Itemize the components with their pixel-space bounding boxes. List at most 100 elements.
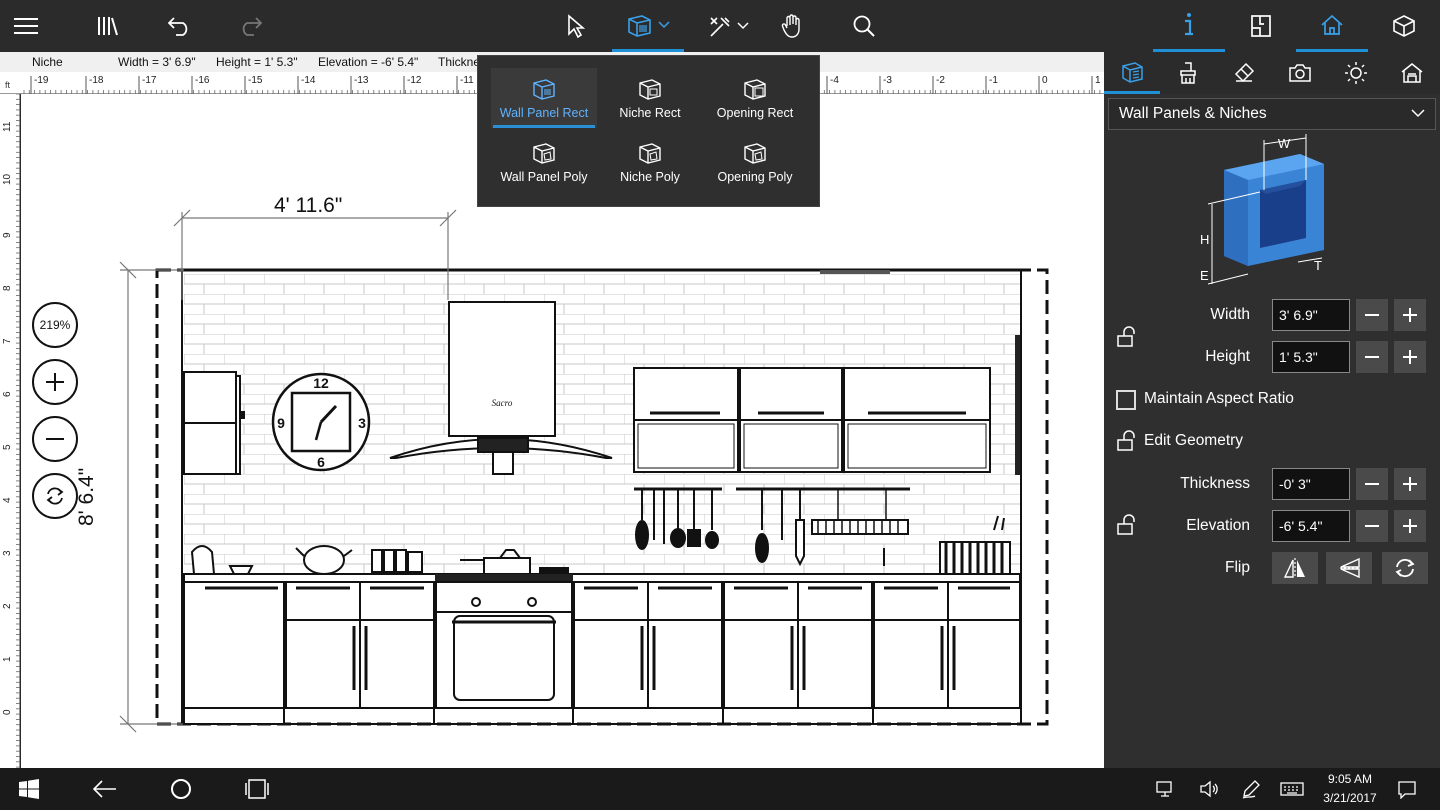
vertical-ruler: 11 10 9 8 7 6 5 4 3 2 1 0	[0, 93, 20, 768]
width-decrement-button[interactable]	[1356, 299, 1388, 331]
camera-icon	[1289, 64, 1311, 82]
redo-icon[interactable]	[232, 0, 268, 52]
opening-rect-icon	[744, 79, 766, 100]
notifications-icon[interactable]	[1394, 768, 1420, 810]
unlock-icon[interactable]	[1116, 430, 1138, 452]
ruler-label: -16	[195, 75, 210, 86]
svg-text:9: 9	[277, 415, 285, 431]
flip-vertical-icon	[1340, 557, 1360, 579]
info-width: Width = 3' 6.9"	[118, 55, 196, 69]
ruler-label: 11	[2, 121, 13, 132]
plus-icon	[1403, 477, 1417, 491]
select-arrow-icon[interactable]	[558, 0, 594, 52]
niche-poly-icon	[639, 143, 661, 164]
keyboard-icon[interactable]	[1278, 768, 1306, 810]
tab-lighting[interactable]	[1328, 52, 1384, 94]
unlock-icon[interactable]	[1116, 514, 1138, 536]
height-field[interactable]: 1' 5.3"	[1272, 341, 1350, 373]
info-height: Height = 1' 5.3"	[216, 55, 298, 69]
wall-panel-tool-button[interactable]	[612, 0, 684, 52]
elevation-field[interactable]: -6' 5.4"	[1272, 510, 1350, 542]
zoom-level-button[interactable]: 219%	[32, 302, 78, 348]
flyout-label: Opening Poly	[717, 170, 793, 184]
ruler-unit-label: ft	[5, 80, 11, 90]
chevron-down-icon	[1411, 109, 1425, 118]
cortana-circle-icon[interactable]	[166, 768, 196, 810]
pen-ink-icon[interactable]	[1238, 768, 1264, 810]
tab-objects[interactable]	[1104, 52, 1160, 94]
ruler-label: -15	[248, 75, 263, 86]
tab-paint[interactable]	[1160, 52, 1216, 94]
svg-text:3: 3	[358, 415, 366, 431]
network-icon[interactable]	[1152, 768, 1178, 810]
tab-building[interactable]	[1384, 52, 1440, 94]
height-decrement-button[interactable]	[1356, 341, 1388, 373]
thickness-increment-button[interactable]	[1394, 468, 1426, 500]
undo-icon[interactable]	[162, 0, 198, 52]
flip-horizontal-icon	[1283, 558, 1305, 578]
ruler-label: -2	[936, 75, 945, 86]
ruler-label: 0	[1042, 75, 1048, 86]
pan-hand-icon[interactable]	[774, 0, 810, 52]
thickness-field[interactable]: -0' 3"	[1272, 468, 1350, 500]
zoom-out-button[interactable]	[32, 416, 78, 462]
library-icon[interactable]	[90, 0, 126, 52]
info-elevation: Elevation = -6' 5.4"	[318, 55, 419, 69]
plus-icon	[1403, 350, 1417, 364]
diagram-t-label: T	[1314, 258, 1322, 273]
wall-panel-flyout: Wall Panel Rect Niche Rect Opening Rect …	[477, 55, 820, 207]
width-field[interactable]: 3' 6.9"	[1272, 299, 1350, 331]
info-icon[interactable]	[1153, 0, 1225, 52]
elevation-decrement-button[interactable]	[1356, 510, 1388, 542]
flyout-label: Wall Panel Rect	[499, 106, 589, 120]
width-increment-button[interactable]	[1394, 299, 1426, 331]
rotate-button[interactable]	[1382, 552, 1428, 584]
ruler-label: 10	[2, 173, 13, 185]
rotate-view-button[interactable]	[32, 473, 78, 519]
flip-horizontal-button[interactable]	[1272, 552, 1318, 584]
tab-camera[interactable]	[1272, 52, 1328, 94]
diagram-w-label: W	[1278, 136, 1291, 151]
menu-icon[interactable]	[8, 0, 44, 52]
building-icon	[1401, 63, 1423, 83]
windows-start-icon[interactable]	[14, 768, 44, 810]
properties-tabs	[1104, 52, 1440, 94]
flyout-label: Niche Rect	[619, 106, 681, 120]
edit-geometry-label[interactable]: Edit Geometry	[1144, 432, 1243, 450]
system-clock[interactable]: 9:05 AM 3/21/2017	[1310, 770, 1390, 808]
plus-icon	[1403, 519, 1417, 533]
wall-panel-rect-option[interactable]: Wall Panel Rect	[491, 68, 597, 128]
opening-rect-option[interactable]: Opening Rect	[702, 68, 808, 128]
upper-cabinets	[633, 367, 991, 473]
niche-poly-option[interactable]: Niche Poly	[597, 132, 703, 192]
rotate-icon	[46, 487, 64, 505]
category-dropdown[interactable]: Wall Panels & Niches	[1108, 98, 1436, 130]
windows-taskbar: 9:05 AM 3/21/2017	[0, 768, 1440, 810]
snap-tools-button[interactable]	[704, 0, 754, 52]
unlock-icon[interactable]	[1116, 326, 1138, 348]
niche-rect-option[interactable]: Niche Rect	[597, 68, 703, 128]
zoom-in-button[interactable]	[32, 359, 78, 405]
3d-cube-icon[interactable]	[1386, 0, 1422, 52]
wall-panel-poly-option[interactable]: Wall Panel Poly	[491, 132, 597, 192]
flyout-label: Niche Poly	[620, 170, 680, 184]
tab-material[interactable]	[1216, 52, 1272, 94]
task-view-icon[interactable]	[242, 768, 272, 810]
height-increment-button[interactable]	[1394, 341, 1426, 373]
svg-text:12: 12	[313, 375, 329, 391]
maintain-aspect-label: Maintain Aspect Ratio	[1144, 390, 1294, 407]
ruler-label: -14	[301, 75, 316, 86]
back-arrow-icon[interactable]	[90, 768, 120, 810]
ruler-label: -17	[142, 75, 157, 86]
search-icon[interactable]	[846, 0, 882, 52]
opening-poly-option[interactable]: Opening Poly	[702, 132, 808, 192]
volume-icon[interactable]	[1196, 768, 1222, 810]
maintain-aspect-checkbox[interactable]	[1116, 390, 1136, 410]
floorplan-icon[interactable]	[1243, 0, 1279, 52]
flip-vertical-button[interactable]	[1326, 552, 1372, 584]
width-dimension-label: 4' 11.6"	[274, 194, 343, 217]
thickness-decrement-button[interactable]	[1356, 468, 1388, 500]
home-icon[interactable]	[1296, 0, 1368, 52]
ruler-label: -13	[354, 75, 369, 86]
elevation-increment-button[interactable]	[1394, 510, 1426, 542]
